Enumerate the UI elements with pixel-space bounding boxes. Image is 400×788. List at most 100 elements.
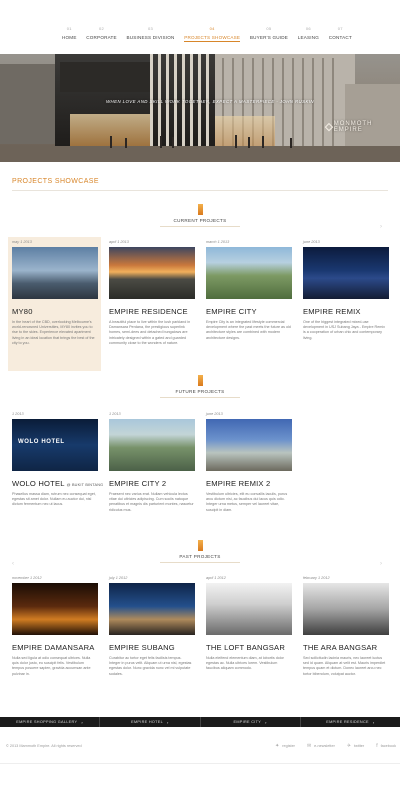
nav-item-corporate[interactable]: 02 CORPORATE: [86, 26, 117, 46]
project-description: A beautiful place to live within the lus…: [109, 320, 191, 345]
social-link-twitter[interactable]: ✈ twitter: [347, 743, 364, 749]
nav-item-buyer-s-guide[interactable]: 05 BUYER'S GUIDE: [250, 26, 288, 46]
nav-label: CONTACT: [328, 35, 352, 40]
social-link-e-newsletter[interactable]: ✉ e-newsletter: [307, 743, 335, 749]
hero-logo: MONMOTH EMPIRE: [324, 121, 400, 133]
project-date: 1 2013: [12, 412, 24, 416]
project-title[interactable]: EMPIRE REMIX: [303, 307, 388, 316]
project-description: Curabitur ac tortor eget felis facilisis…: [109, 656, 192, 676]
project-card[interactable]: june 2013 EMPIRE REMIX 2 Vestibulum ultric…: [202, 409, 295, 543]
nav-label: BUYER'S GUIDE: [249, 35, 289, 40]
project-title-text: EMPIRE DAMANSARA: [12, 643, 95, 652]
project-image[interactable]: [206, 247, 292, 299]
current-projects-header: CURRENT PROJECTS: [150, 204, 250, 227]
project-title[interactable]: THE ARA BANGSAR: [303, 643, 388, 652]
footer-link-empire-hotel[interactable]: EMPIRE HOTEL ›: [100, 717, 201, 727]
chevron-right-icon: ›: [265, 719, 267, 725]
project-title[interactable]: MY80: [12, 307, 97, 316]
project-image[interactable]: [206, 583, 292, 635]
section-title: PAST PROJECTS: [179, 554, 221, 559]
project-card[interactable]: november 1 2012 EMPIRE DAMANSARA Nulla sed…: [8, 573, 101, 707]
nav-label: BUSINESS DIVISION: [126, 35, 175, 40]
project-card[interactable]: july 1 2012 EMPIRE SUBANG Curabitur ac tor…: [105, 573, 198, 707]
social-link-facebook[interactable]: f facebook: [376, 743, 396, 749]
project-title-text: EMPIRE REMIX 2: [206, 479, 271, 488]
project-title[interactable]: EMPIRE DAMANSARA: [12, 643, 97, 652]
project-title[interactable]: THE LOFT BANGSAR: [206, 643, 291, 652]
project-description: Praesent nec varius erat. Nullam vehicul…: [109, 492, 194, 512]
project-title[interactable]: EMPIRE CITY 2: [109, 479, 194, 488]
nav-label: HOME: [62, 35, 77, 40]
project-image[interactable]: [303, 583, 389, 635]
nav-number: 07: [337, 26, 343, 31]
footer-link-label: EMPIRE RESIDENCE: [326, 720, 369, 724]
newsletter-icon: ✉: [306, 743, 312, 749]
project-title-text: EMPIRE CITY 2: [109, 479, 167, 488]
project-card[interactable]: may 1 2013 MY80 In the heart of the CBD, o…: [8, 237, 101, 371]
project-title[interactable]: EMPIRE RESIDENCE: [109, 307, 194, 316]
hero-quote: WHEN LOVE AND SKILL WORK TOGETHER, EXPEC…: [106, 99, 314, 104]
project-image[interactable]: [109, 583, 195, 635]
project-title[interactable]: EMPIRE REMIX 2: [206, 479, 291, 488]
next-arrow-icon[interactable]: ›: [380, 224, 382, 230]
section-marker-icon: [197, 204, 203, 215]
section-underline: [160, 397, 240, 398]
project-card[interactable]: february 1 2012 THE ARA BANGSAR Sed sollic…: [299, 573, 392, 707]
project-image[interactable]: [109, 419, 195, 471]
page-title: PROJECTS SHOWCASE: [12, 178, 99, 185]
nav-item-home[interactable]: 01 HOME: [62, 26, 77, 46]
project-card[interactable]: 1 2013 EMPIRE CITY 2 Praesent nec varius e…: [105, 409, 198, 543]
project-image[interactable]: WOLO HOTEL: [12, 419, 98, 471]
project-date: 1 2013: [109, 412, 121, 416]
project-image[interactable]: [206, 419, 292, 471]
project-title[interactable]: EMPIRE CITY: [206, 307, 291, 316]
nav-item-projects-showcase[interactable]: 04 PROJECTS SHOWCASE: [184, 26, 241, 46]
footer-link-empire-city[interactable]: EMPIRE CITY ›: [201, 717, 301, 727]
project-date: april 1 2012: [206, 576, 226, 580]
project-card[interactable]: april 1 2013 EMPIRE RESIDENCE A beautiful …: [105, 237, 198, 371]
project-image[interactable]: [12, 583, 98, 635]
prev-arrow-icon[interactable]: ‹: [12, 561, 14, 567]
nav-number: 04: [209, 26, 215, 31]
project-image[interactable]: [12, 247, 98, 299]
nav-number: 02: [99, 26, 105, 31]
project-date: april 1 2013: [109, 240, 129, 244]
twitter-icon: ✈: [346, 743, 352, 749]
project-image[interactable]: [109, 247, 195, 299]
past-projects-header: PAST PROJECTS: [150, 540, 250, 563]
image-overlay-text: WOLO HOTEL: [18, 439, 65, 445]
section-underline: [160, 562, 240, 563]
footer-link-label: EMPIRE SHOPPING GALLERY: [16, 720, 78, 724]
nav-number: 03: [147, 26, 154, 31]
project-description: Phasellus massa diam, rutrum nec consequ…: [12, 492, 96, 507]
hero-building-illustration: [0, 54, 400, 162]
social-link-register[interactable]: ✦ register: [275, 743, 295, 749]
social-label: facebook: [380, 744, 396, 748]
project-title-text: THE ARA BANGSAR: [303, 643, 378, 652]
project-description: Empire City is an integrated lifestyle c…: [206, 320, 291, 340]
nav-label: CORPORATE: [86, 35, 117, 40]
nav-item-contact[interactable]: 07 CONTACT: [329, 26, 352, 46]
footer-link-empire-shopping-gallery[interactable]: EMPIRE SHOPPING GALLERY ›: [0, 717, 101, 727]
nav-item-leasing[interactable]: 06 LEASING: [298, 26, 319, 46]
future-projects-header: FUTURE PROJECTS: [150, 375, 250, 398]
section-marker-icon: [197, 540, 203, 551]
project-date: november 1 2012: [12, 576, 42, 580]
project-title-text: EMPIRE REMIX: [303, 307, 361, 316]
project-card[interactable]: april 1 2012 THE LOFT BANGSAR Nulla eleife…: [202, 573, 295, 707]
project-card[interactable]: june 2013 EMPIRE REMIX One of the biggest …: [299, 237, 392, 371]
next-arrow-icon[interactable]: ›: [380, 561, 382, 567]
social-links: ✦ register ✉ e-newsletter ✈ twitter f facebook: [275, 743, 396, 749]
project-date: february 1 2012: [303, 576, 330, 580]
footer-nav: EMPIRE SHOPPING GALLERY › EMPIRE HOTEL › EMP…: [0, 717, 400, 727]
project-card[interactable]: march 1 2013 EMPIRE CITY Empire City is an…: [202, 237, 295, 371]
nav-item-business-division[interactable]: 03 BUSINESS DIVISION: [126, 26, 174, 46]
project-subtitle: @ BUKIT BINTANG: [66, 483, 104, 487]
project-image[interactable]: [303, 247, 389, 299]
project-description: Vestibulum ultricies, elit eu convallis …: [206, 492, 288, 512]
footer-link-empire-residence[interactable]: EMPIRE RESIDENCE ›: [301, 717, 400, 727]
project-title[interactable]: WOLO HOTEL @ BUKIT BINTANG: [12, 479, 103, 488]
project-card[interactable]: 1 2013 WOLO HOTEL WOLO HOTEL @ BUKIT BINTAN…: [8, 409, 103, 543]
project-date: june 2013: [206, 412, 223, 416]
project-title[interactable]: EMPIRE SUBANG: [109, 643, 194, 652]
